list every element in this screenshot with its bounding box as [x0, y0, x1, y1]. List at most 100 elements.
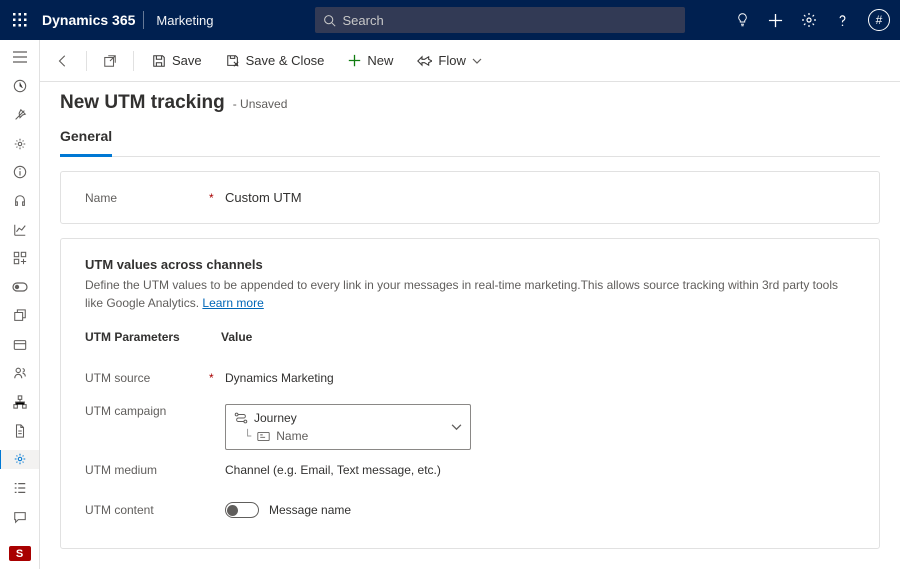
- cmd-separator: [133, 51, 134, 71]
- search-placeholder: Search: [342, 13, 383, 28]
- utm-source-label: UTM source: [85, 371, 205, 385]
- nav-item-11[interactable]: [0, 421, 40, 440]
- utm-medium-value: Channel (e.g. Email, Text message, etc.): [225, 463, 441, 477]
- col-params: UTM Parameters: [85, 330, 221, 344]
- new-button[interactable]: New: [338, 47, 403, 74]
- nav-recent[interactable]: [0, 77, 40, 96]
- gear-icon: [801, 12, 817, 28]
- save-close-button[interactable]: Save & Close: [216, 47, 335, 74]
- nav-item-settings-selected[interactable]: [0, 450, 39, 469]
- people-icon: [13, 366, 27, 380]
- form-tabs: General: [60, 120, 880, 157]
- utm-campaign-label: UTM campaign: [85, 404, 205, 418]
- learn-more-link[interactable]: Learn more: [202, 296, 263, 310]
- help-button[interactable]: [835, 13, 850, 28]
- nav-item-5[interactable]: [0, 249, 40, 268]
- nav-item-9[interactable]: [0, 364, 40, 383]
- brand-label[interactable]: Dynamics 365: [40, 12, 143, 28]
- nav-item-1[interactable]: [0, 134, 40, 153]
- hamburger-icon: [13, 51, 27, 63]
- assistant-button[interactable]: [735, 13, 750, 28]
- name-value[interactable]: Custom UTM: [225, 190, 302, 205]
- utm-source-row: UTM source * Dynamics Marketing: [85, 358, 855, 398]
- nav-item-2[interactable]: [0, 163, 40, 182]
- name-label: Name: [85, 191, 205, 205]
- popout-icon: [103, 54, 117, 68]
- toggle-knob: [227, 505, 238, 516]
- nav-item-10[interactable]: [0, 393, 40, 412]
- headset-icon: [13, 194, 27, 208]
- params-header: UTM Parameters Value: [85, 330, 855, 344]
- chat-icon: [13, 510, 27, 524]
- utm-content-row: UTM content Message name: [85, 490, 855, 530]
- name-card: Name * Custom UTM: [60, 171, 880, 224]
- app-launcher-button[interactable]: [0, 0, 40, 40]
- flow-label: Flow: [438, 53, 465, 68]
- nav-item-6[interactable]: [0, 278, 40, 297]
- quick-create-button[interactable]: [768, 13, 783, 28]
- utm-content-label: UTM content: [85, 503, 205, 517]
- required-indicator: *: [209, 191, 215, 205]
- page-status: - Unsaved: [233, 97, 288, 111]
- sitemap-icon: [13, 395, 27, 409]
- gear-icon: [13, 452, 27, 466]
- form-page: New UTM tracking - Unsaved General Name …: [40, 82, 900, 569]
- grid-icon: [13, 251, 27, 265]
- save-icon: [152, 54, 166, 68]
- nav-item-3[interactable]: [0, 192, 40, 211]
- nav-pinned[interactable]: [0, 105, 40, 124]
- utm-content-toggle[interactable]: [225, 502, 259, 518]
- clock-icon: [13, 79, 27, 93]
- main-area: Save Save & Close New Flow New UTM track…: [40, 40, 900, 569]
- tab-general[interactable]: General: [60, 120, 112, 157]
- utm-campaign-select[interactable]: Journey └ Name: [225, 404, 471, 450]
- user-initial: #: [876, 13, 883, 27]
- task-icon: [13, 481, 27, 495]
- command-bar: Save Save & Close New Flow: [40, 40, 900, 82]
- global-header: Dynamics 365 Marketing Search #: [0, 0, 900, 40]
- col-value: Value: [221, 330, 252, 344]
- utm-medium-row: UTM medium Channel (e.g. Email, Text mes…: [85, 450, 855, 490]
- utm-card: UTM values across channels Define the UT…: [60, 238, 880, 549]
- utm-section-desc: Define the UTM values to be appended to …: [85, 276, 855, 312]
- pin-icon: [13, 108, 27, 122]
- nav-item-8[interactable]: [0, 335, 40, 354]
- user-avatar[interactable]: #: [868, 9, 890, 31]
- settings-button[interactable]: [801, 12, 817, 28]
- module-label[interactable]: Marketing: [144, 13, 225, 28]
- tree-elbow-icon: └: [244, 429, 251, 443]
- utm-content-value: Message name: [269, 503, 351, 517]
- utm-section-title: UTM values across channels: [85, 257, 855, 272]
- arrow-left-icon: [56, 54, 70, 68]
- nav-item-7[interactable]: [0, 306, 40, 325]
- chevron-down-icon: [472, 56, 482, 66]
- name-card-icon: [257, 431, 270, 442]
- save-label: Save: [172, 53, 202, 68]
- sitemap-switcher[interactable]: S: [9, 546, 31, 561]
- save-button[interactable]: Save: [142, 47, 212, 74]
- nav-item-13[interactable]: [0, 508, 40, 527]
- left-nav: S: [0, 40, 40, 569]
- campaign-option-sub: Name: [276, 429, 308, 443]
- new-label: New: [367, 53, 393, 68]
- plus-icon: [348, 54, 361, 67]
- cmd-separator: [86, 51, 87, 71]
- nav-hamburger[interactable]: [0, 48, 40, 67]
- global-search-input[interactable]: Search: [315, 7, 685, 33]
- utm-medium-label: UTM medium: [85, 463, 205, 477]
- search-icon: [323, 14, 336, 27]
- back-button[interactable]: [48, 48, 78, 74]
- flow-button[interactable]: Flow: [407, 47, 491, 74]
- document-icon: [13, 424, 27, 438]
- nav-item-12[interactable]: [0, 479, 40, 498]
- waffle-icon: [13, 13, 27, 27]
- plus-icon: [768, 13, 783, 28]
- page-title: New UTM tracking: [60, 92, 225, 114]
- gear-icon: [13, 137, 27, 151]
- chevron-down-icon: [451, 422, 462, 433]
- open-new-window-button[interactable]: [95, 48, 125, 74]
- nav-item-4[interactable]: [0, 220, 40, 239]
- layers-icon: [13, 309, 27, 323]
- lightbulb-icon: [735, 13, 750, 28]
- utm-source-value[interactable]: Dynamics Marketing: [225, 371, 334, 385]
